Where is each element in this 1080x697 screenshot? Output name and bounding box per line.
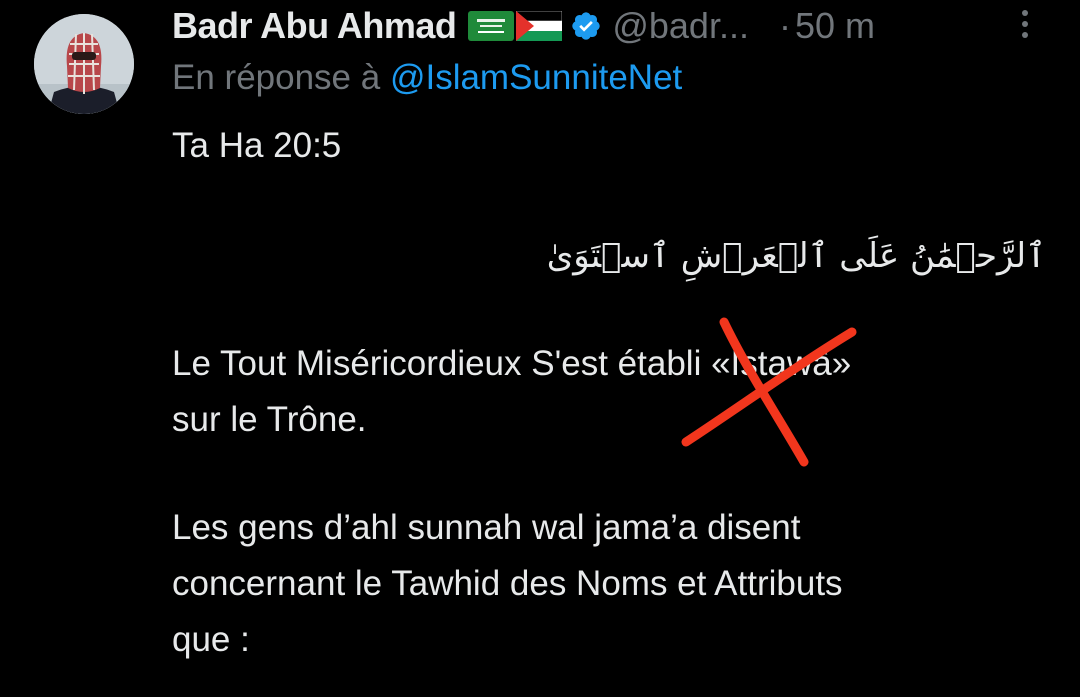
user-handle[interactable]: @badr... bbox=[612, 5, 749, 47]
display-name[interactable]: Badr Abu Ahmad bbox=[172, 5, 457, 47]
palestine-flag-icon bbox=[516, 11, 563, 41]
reply-to-link[interactable]: @IslamSunniteNet bbox=[390, 58, 682, 97]
tweet[interactable]: Badr Abu Ahmad @badr... · 50 m En répons… bbox=[0, 0, 1080, 697]
tweet-text-arabic: ٱلرَّحۡمَٰنُ عَلَى ٱلۡعَرۡشِ ٱسۡتَوَىٰ bbox=[546, 236, 1046, 276]
reply-context: En réponse à @IslamSunniteNet bbox=[172, 58, 682, 98]
red-x-mark bbox=[681, 317, 857, 467]
tweet-text-line: concernant le Tawhid des Noms et Attribu… bbox=[172, 564, 843, 603]
tweet-header: Badr Abu Ahmad @badr... · 50 m bbox=[172, 2, 1052, 50]
tweet-text-line: sur le Trône. bbox=[172, 400, 367, 439]
tweet-text-line: que : bbox=[172, 620, 250, 659]
more-vertical-icon[interactable] bbox=[1016, 10, 1034, 42]
tweet-text-line: Ta Ha 20:5 bbox=[172, 126, 342, 165]
avatar[interactable] bbox=[34, 14, 134, 114]
reply-prefix: En réponse à bbox=[172, 58, 390, 97]
avatar-image bbox=[34, 14, 134, 114]
timestamp[interactable]: 50 m bbox=[795, 5, 875, 47]
verified-badge-icon[interactable] bbox=[570, 10, 602, 42]
tweet-text-line: Les gens d’ahl sunnah wal jama’a disent bbox=[172, 508, 801, 547]
name-flags bbox=[468, 11, 563, 41]
separator-dot: · bbox=[778, 5, 791, 46]
saudi-arabia-flag-icon bbox=[468, 11, 515, 41]
